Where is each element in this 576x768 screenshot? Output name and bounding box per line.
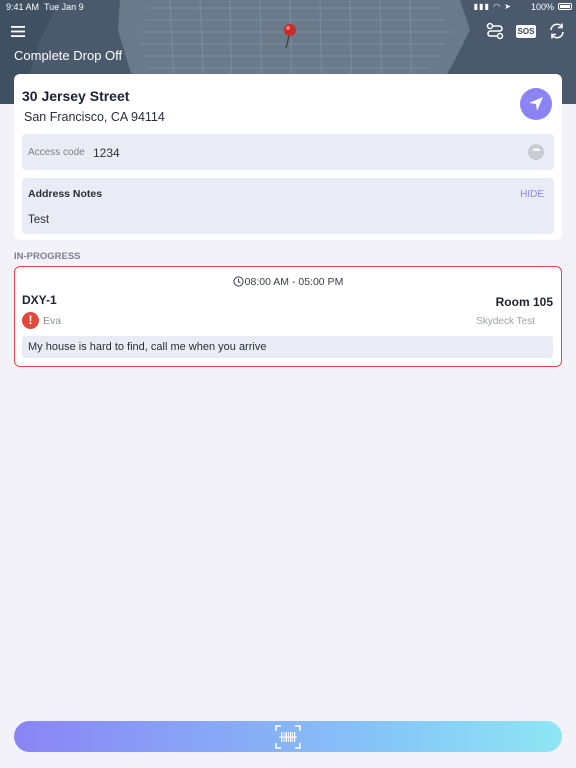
battery-percentage: 100% — [530, 2, 554, 12]
menu-button[interactable] — [8, 22, 28, 40]
stop-card[interactable]: 08:00 AM - 05:00 PM DXY-1 Room 105 ! Eva… — [14, 266, 562, 367]
stop-note-text: My house is hard to find, call me when y… — [28, 341, 267, 353]
alert-icon: ! — [22, 312, 39, 329]
stop-room: Room 105 — [495, 295, 553, 309]
section-header-in-progress: IN-PROGRESS — [14, 251, 81, 262]
address-card: 30 Jersey Street San Francisco, CA 94114… — [14, 74, 562, 240]
access-code-label: Access code — [28, 147, 85, 158]
access-code-value: 1234 — [93, 146, 120, 160]
refresh-icon — [550, 23, 564, 39]
time-window-text: 08:00 AM - 05:00 PM — [244, 276, 344, 288]
route-button[interactable] — [484, 20, 506, 42]
battery-icon — [558, 3, 572, 10]
time-window: 08:00 AM - 05:00 PM — [15, 276, 561, 288]
clock-icon — [233, 276, 244, 287]
access-code-field: Access code 1234 ••• — [22, 134, 554, 170]
navigation-arrow-icon — [529, 97, 543, 111]
stop-id: DXY-1 — [22, 293, 57, 307]
route-icon — [486, 22, 504, 40]
signal-wifi-location-icons: ▮▮▮ ◠ ➤ — [473, 2, 512, 11]
contact-name: Eva — [43, 315, 62, 327]
company-name: Skydeck Test — [476, 316, 535, 327]
refresh-button[interactable] — [546, 20, 568, 42]
hide-notes-button[interactable]: HIDE — [520, 189, 544, 200]
status-time: 9:41 AM — [6, 2, 40, 12]
city-state-zip: San Francisco, CA 94114 — [24, 110, 165, 124]
more-options-button[interactable]: ••• — [528, 144, 544, 160]
address-notes-panel: Address Notes HIDE Test — [22, 178, 554, 234]
status-bar: 9:41 AM Tue Jan 9 ▮▮▮ ◠ ➤ 100% — [0, 0, 576, 14]
status-date: Tue Jan 9 — [44, 2, 84, 12]
navigate-button[interactable] — [520, 88, 552, 120]
sos-icon: SOS — [515, 24, 537, 38]
more-dots-icon: ••• — [532, 144, 541, 155]
stop-note: My house is hard to find, call me when y… — [22, 336, 553, 358]
barcode-scan-icon — [275, 724, 301, 749]
hamburger-menu-icon — [11, 25, 25, 37]
sos-button[interactable]: SOS — [514, 20, 538, 42]
scan-barcode-button[interactable] — [14, 721, 562, 752]
address-notes-text: Test — [28, 214, 50, 226]
street-address: 30 Jersey Street — [22, 88, 130, 104]
address-notes-label: Address Notes — [28, 188, 103, 200]
page-title: Complete Drop Off — [14, 48, 123, 63]
